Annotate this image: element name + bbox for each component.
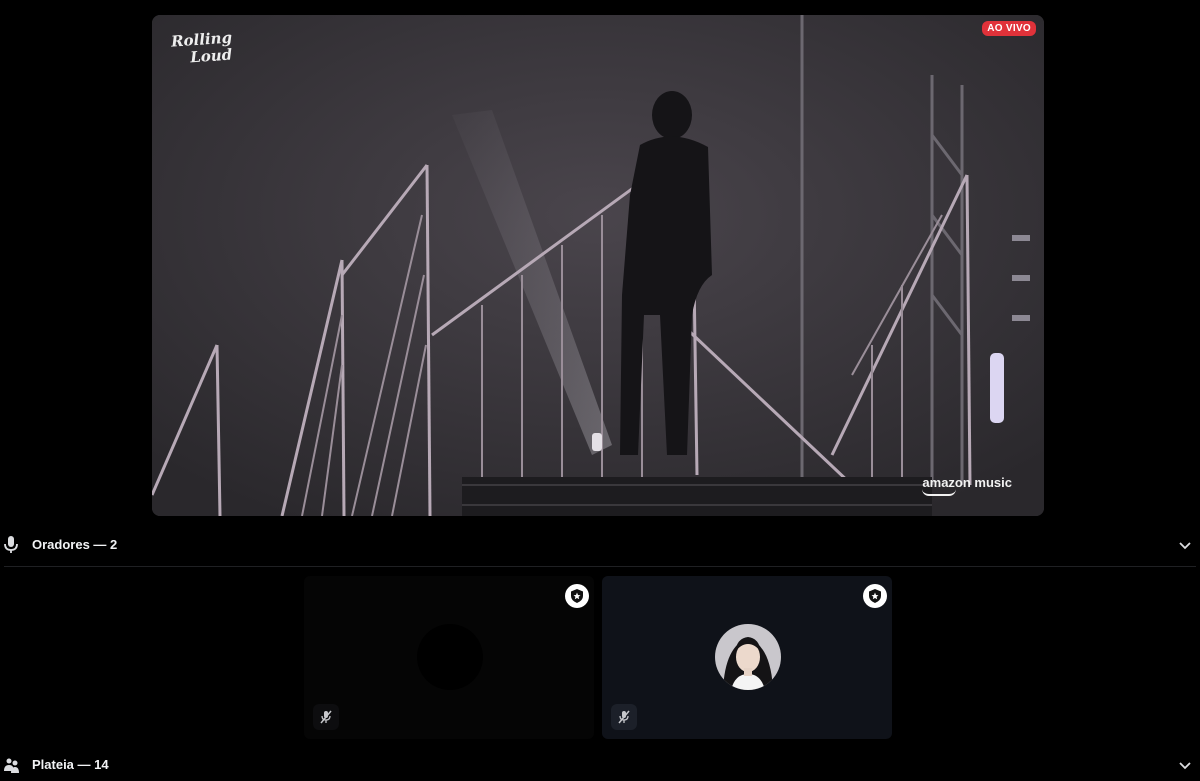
speaker-tile[interactable] bbox=[304, 576, 594, 739]
avatar bbox=[417, 624, 483, 690]
section-divider bbox=[4, 566, 1196, 567]
speaker-tile[interactable] bbox=[602, 576, 892, 739]
avatar bbox=[715, 624, 781, 690]
speakers-section-header[interactable]: Oradores — 2 bbox=[0, 532, 1200, 558]
muted-mic-icon bbox=[611, 704, 637, 730]
chevron-down-icon[interactable] bbox=[1178, 759, 1192, 773]
audience-section-title: Plateia — 14 bbox=[32, 757, 109, 772]
chevron-down-icon[interactable] bbox=[1178, 539, 1192, 553]
live-stream-video[interactable]: Rolling Loud AO VIVO amazon music bbox=[152, 15, 1044, 516]
stage-scene-graphic bbox=[152, 15, 1044, 516]
host-badge-icon bbox=[863, 584, 887, 608]
audience-section-header[interactable]: Plateia — 14 bbox=[0, 752, 1200, 778]
muted-mic-icon bbox=[313, 704, 339, 730]
speakers-section-title: Oradores — 2 bbox=[32, 537, 118, 552]
live-badge: AO VIVO bbox=[982, 21, 1036, 36]
rolling-loud-logo: Rolling Loud bbox=[170, 28, 250, 77]
audience-icon bbox=[4, 756, 20, 774]
sponsor-text: amazon music bbox=[922, 475, 1012, 490]
sponsor-smile-mark bbox=[922, 489, 957, 496]
microphone-icon bbox=[4, 536, 20, 554]
amazon-music-watermark: amazon music bbox=[922, 475, 1012, 496]
host-badge-icon bbox=[565, 584, 589, 608]
